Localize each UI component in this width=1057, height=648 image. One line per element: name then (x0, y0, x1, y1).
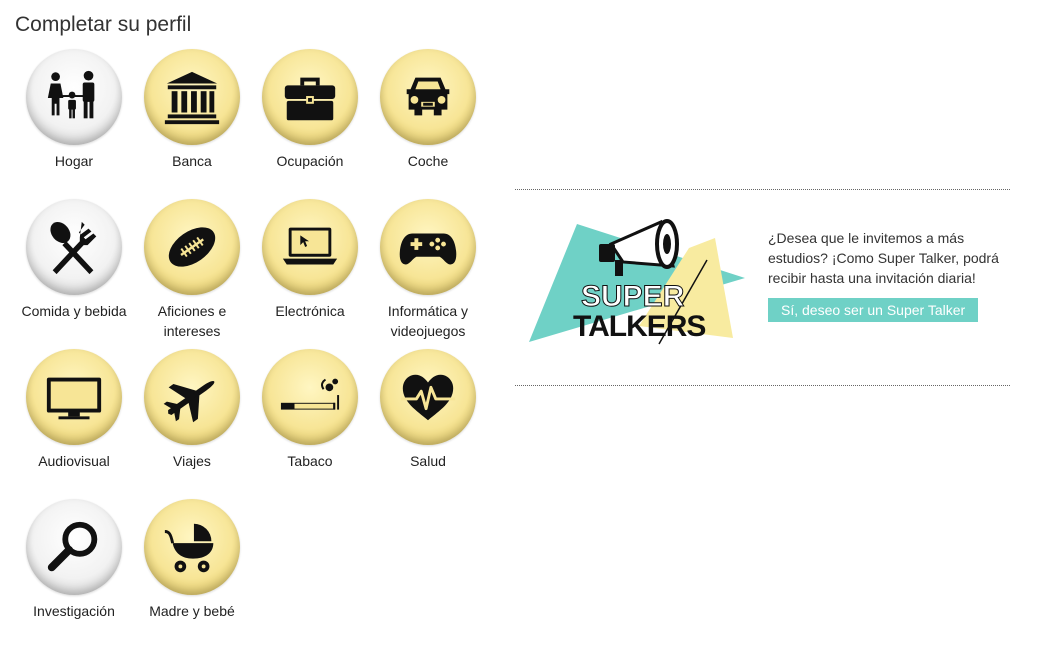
baby-stroller-icon (164, 523, 214, 573)
category-audiovisual-label: Audiovisual (38, 453, 110, 469)
category-electronica-badge (262, 199, 358, 295)
category-hogar[interactable]: Hogar (15, 48, 133, 198)
category-salud[interactable]: Salud (369, 348, 487, 498)
category-tabaco[interactable]: Tabaco (251, 348, 369, 498)
category-banca[interactable]: Banca (133, 48, 251, 198)
category-investigacion-label: Investigación (33, 603, 115, 619)
category-informatica[interactable]: Informática y videojuegos (369, 198, 487, 348)
category-comida-label: Comida y bebida (21, 303, 127, 319)
category-comida[interactable]: Comida y bebida (15, 198, 133, 348)
category-investigacion-badge (26, 499, 122, 595)
football-icon (168, 227, 216, 267)
category-salud-badge (380, 349, 476, 445)
heart-pulse-icon (400, 374, 456, 421)
category-tabaco-label: Tabaco (287, 453, 333, 469)
category-madre-label: Madre y bebé (149, 603, 235, 619)
profile-category-grid: Hogar Banca Ocupación Coche Comida y beb… (15, 48, 487, 648)
car-icon (406, 77, 450, 116)
laptop-icon (282, 227, 338, 265)
category-viajes-badge (144, 349, 240, 445)
bank-icon (164, 71, 220, 125)
category-electronica-label: Electrónica (275, 303, 345, 319)
category-salud-label: Salud (410, 453, 446, 469)
category-tabaco-badge (262, 349, 358, 445)
logo-super-text: SUPER (581, 280, 685, 313)
category-ocupacion-badge (262, 49, 358, 145)
category-banca-badge (144, 49, 240, 145)
category-aficiones-label: Aficiones e intereses (157, 303, 227, 339)
category-hogar-badge (26, 49, 122, 145)
category-coche-label: Coche (407, 153, 449, 169)
category-viajes[interactable]: Viajes (133, 348, 251, 498)
category-hogar-label: Hogar (54, 153, 94, 169)
category-coche[interactable]: Coche (369, 48, 487, 198)
category-audiovisual-badge (26, 349, 122, 445)
page-title: Completar su perfil (15, 13, 192, 36)
briefcase-icon (284, 77, 336, 121)
super-talker-promo: SUPER TALKERS ¿Desea que le invitemos a … (515, 189, 1010, 386)
super-talkers-logo: SUPER TALKERS (529, 219, 745, 345)
category-ocupacion-label: Ocupación (276, 153, 344, 169)
gamepad-icon (399, 233, 457, 265)
logo-talkers-text: TALKERS (573, 310, 705, 343)
category-madre[interactable]: Madre y bebé (133, 498, 251, 648)
tv-icon (46, 377, 102, 420)
category-madre-badge (144, 499, 240, 595)
category-banca-label: Banca (172, 153, 212, 169)
family-icon (47, 70, 95, 119)
cutlery-icon (50, 221, 97, 275)
category-audiovisual[interactable]: Audiovisual (15, 348, 133, 498)
category-aficiones[interactable]: Aficiones e intereses (133, 198, 251, 348)
promo-text: ¿Desea que le invitemos a más estudios? … (768, 230, 999, 286)
category-coche-badge (380, 49, 476, 145)
category-electronica[interactable]: Electrónica (251, 198, 369, 348)
category-aficiones-badge (144, 199, 240, 295)
category-viajes-label: Viajes (173, 453, 211, 469)
airplane-icon (163, 380, 215, 423)
cigarette-icon (280, 378, 340, 410)
category-informatica-badge (380, 199, 476, 295)
category-comida-badge (26, 199, 122, 295)
category-ocupacion[interactable]: Ocupación (251, 48, 369, 198)
magnifier-icon (47, 521, 98, 572)
category-informatica-label: Informática y videojuegos (387, 303, 469, 339)
category-investigacion[interactable]: Investigación (15, 498, 133, 648)
super-talker-button[interactable]: Sí, deseo ser un Super Talker (768, 298, 979, 322)
